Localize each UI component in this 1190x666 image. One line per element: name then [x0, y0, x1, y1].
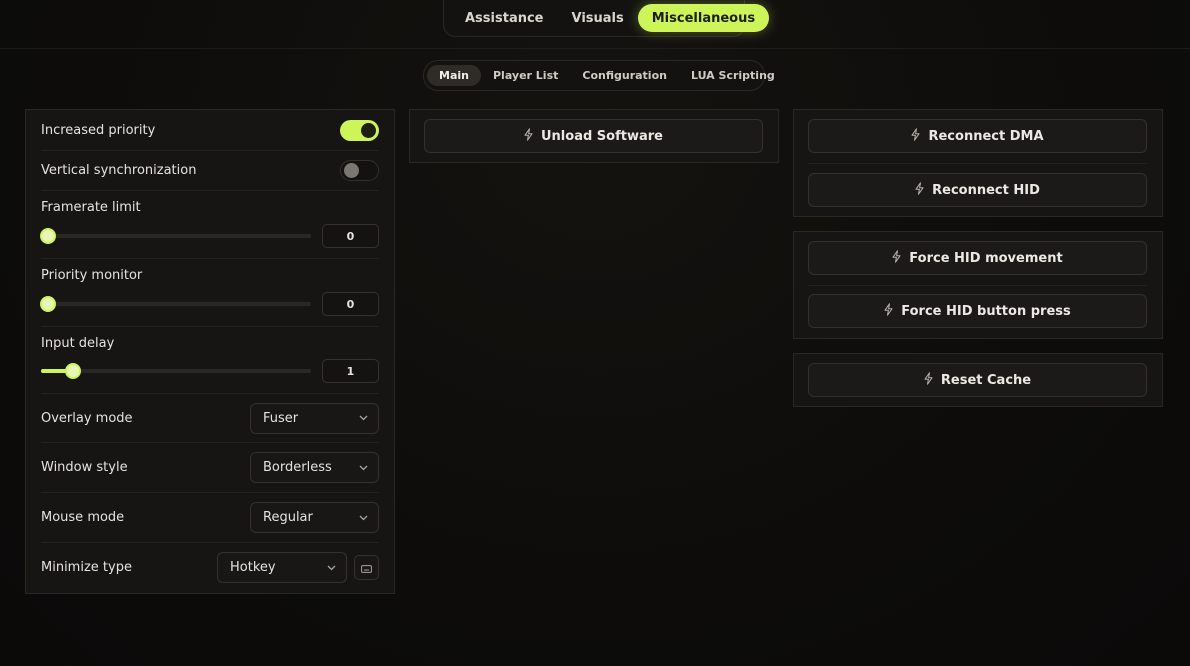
slider-thumb[interactable]: [65, 363, 82, 379]
lightning-icon: [884, 302, 901, 320]
select-value: Hotkey: [230, 560, 276, 575]
settings-panel: Increased priority Vertical synchronizat…: [25, 109, 395, 594]
subtab-player-list[interactable]: Player List: [481, 65, 570, 86]
setting-label: Framerate limit: [41, 200, 141, 215]
select-value: Regular: [263, 510, 313, 525]
setting-label: Overlay mode: [41, 410, 133, 426]
chevron-down-icon: [358, 513, 368, 523]
slider-thumb[interactable]: [40, 228, 56, 244]
hotkey-bind-button[interactable]: [354, 555, 379, 580]
header-divider: [0, 48, 1190, 49]
keyboard-icon: [361, 558, 372, 577]
chevron-down-icon: [358, 463, 368, 473]
setting-increased-priority: Increased priority: [41, 110, 379, 151]
lightning-icon: [524, 127, 541, 145]
select-value: Fuser: [263, 410, 299, 426]
subtab-configuration[interactable]: Configuration: [570, 65, 679, 86]
divider: [808, 285, 1147, 286]
vertical-sync-toggle[interactable]: [340, 160, 379, 181]
app-root: Assistance Visuals Miscellaneous Main Pl…: [0, 0, 1190, 666]
setting-priority-monitor: Priority monitor 0: [40, 259, 379, 327]
slider-line: 1: [41, 359, 379, 383]
framerate-limit-slider[interactable]: [40, 228, 311, 244]
button-label: Reconnect DMA: [928, 128, 1044, 144]
minimize-type-controls: Hotkey: [217, 552, 379, 583]
unload-panel: Unload Software: [409, 109, 779, 163]
setting-label: Input delay: [41, 336, 115, 351]
setting-label: Mouse mode: [41, 510, 125, 525]
setting-label: Minimize type: [41, 560, 132, 575]
priority-monitor-slider[interactable]: [40, 296, 311, 312]
minimize-type-select[interactable]: Hotkey: [217, 552, 347, 583]
button-label: Reconnect HID: [932, 182, 1040, 198]
setting-minimize-type: Minimize type Hotkey: [41, 543, 379, 592]
input-delay-slider[interactable]: [41, 363, 311, 379]
chevron-down-icon: [358, 413, 368, 423]
divider: [808, 163, 1147, 164]
unload-software-button[interactable]: Unload Software: [424, 119, 763, 153]
toggle-knob: [361, 122, 376, 138]
setting-window-style: Window style Borderless: [41, 443, 379, 493]
framerate-limit-value[interactable]: 0: [322, 224, 379, 248]
cache-panel: Reset Cache: [793, 353, 1163, 407]
setting-framerate-limit: Framerate limit 0: [40, 191, 379, 259]
reconnect-hid-button[interactable]: Reconnect HID: [808, 173, 1147, 207]
input-delay-value[interactable]: 1: [322, 359, 379, 383]
setting-label: Window style: [41, 460, 128, 475]
button-label: Force HID button press: [901, 303, 1071, 319]
sub-tab-bar: Main Player List Configuration LUA Scrip…: [423, 60, 775, 91]
force-hid-panel: Force HID movement Force HID button pres…: [793, 231, 1163, 339]
slider-line: 0: [40, 224, 379, 248]
mouse-mode-select[interactable]: Regular: [250, 502, 379, 533]
setting-mouse-mode: Mouse mode Regular: [41, 493, 379, 543]
subtab-main[interactable]: Main: [427, 65, 481, 86]
toggle-knob: [344, 163, 359, 178]
button-label: Unload Software: [541, 128, 663, 144]
lightning-icon: [915, 181, 932, 199]
overlay-mode-select[interactable]: Fuser: [250, 402, 379, 434]
setting-input-delay: Input delay 1: [41, 327, 379, 394]
priority-monitor-value[interactable]: 0: [322, 292, 379, 316]
lightning-icon: [924, 371, 941, 389]
setting-label: Priority monitor: [41, 268, 143, 283]
setting-label: Increased priority: [41, 122, 156, 138]
increased-priority-toggle[interactable]: [340, 119, 379, 141]
setting-overlay-mode: Overlay mode Fuser: [41, 394, 379, 443]
lightning-icon: [892, 249, 909, 267]
slider-thumb[interactable]: [40, 296, 56, 312]
window-style-select[interactable]: Borderless: [250, 452, 379, 483]
top-tab-bar: Assistance Visuals Miscellaneous: [443, 0, 770, 37]
reset-cache-button[interactable]: Reset Cache: [808, 363, 1147, 397]
chevron-down-icon: [326, 563, 336, 573]
setting-label: Vertical synchronization: [41, 163, 197, 178]
force-hid-button-press-button[interactable]: Force HID button press: [808, 294, 1147, 328]
select-value: Borderless: [263, 460, 332, 475]
tab-miscellaneous[interactable]: Miscellaneous: [637, 4, 770, 32]
subtab-lua-scripting[interactable]: LUA Scripting: [679, 65, 787, 86]
slider-line: 0: [40, 292, 379, 316]
button-label: Reset Cache: [940, 372, 1032, 388]
force-hid-movement-button[interactable]: Force HID movement: [808, 241, 1147, 275]
reconnect-panel: Reconnect DMA Reconnect HID: [793, 109, 1163, 217]
lightning-icon: [911, 127, 928, 145]
reconnect-dma-button[interactable]: Reconnect DMA: [808, 119, 1147, 153]
tab-assistance[interactable]: Assistance: [451, 4, 558, 32]
setting-vertical-sync: Vertical synchronization: [41, 151, 379, 191]
tab-visuals[interactable]: Visuals: [558, 4, 638, 32]
button-label: Force HID movement: [909, 250, 1063, 266]
